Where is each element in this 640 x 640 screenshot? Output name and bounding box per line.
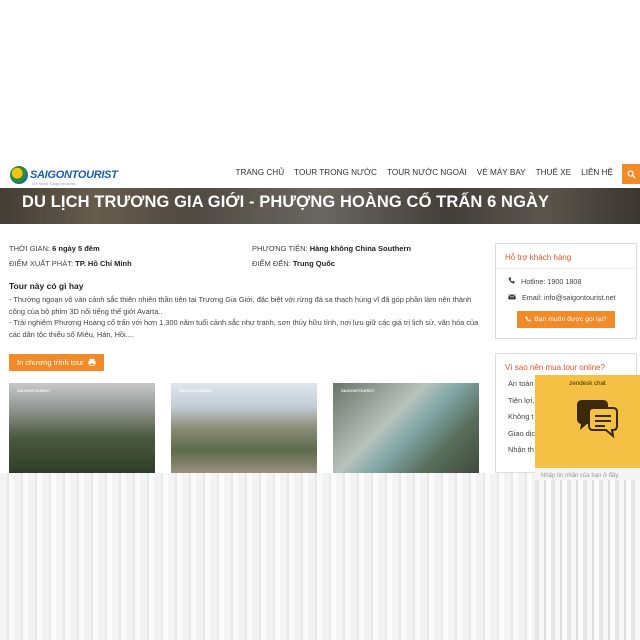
tour-title: DU LỊCH TRƯƠNG GIA GIỚI - PHƯỢNG HOÀNG C…: [22, 193, 550, 211]
photo-watermark: SAIGONTOURIST: [179, 388, 213, 393]
info-transport: PHƯƠNG TIỆN: Hàng không China Southern: [252, 244, 411, 253]
page: { "header": { "logo_text": "SAIGONTOURIS…: [0, 0, 640, 640]
envelope-icon: [508, 293, 516, 302]
photo-watermark: SAIGONTOURIST: [341, 388, 375, 393]
photo-watermark: SAIGONTOURIST: [17, 388, 51, 393]
nav-item-air-tickets[interactable]: VÉ MÁY BAY: [472, 168, 531, 177]
callback-phone-icon: [525, 315, 531, 324]
hero-banner: DU LỊCH TRƯƠNG GIA GIỚI - PHƯỢNG HOÀNG C…: [0, 188, 640, 224]
highlight-line-2: - Trải nghiệm Phượng Hoàng cổ trấn với h…: [9, 318, 479, 339]
nav-item-home[interactable]: TRANG CHỦ: [230, 168, 289, 177]
site-header: SAIGONTOURIST Lữ hành Saigontourist TRAN…: [0, 160, 640, 188]
nav-item-international-tours[interactable]: TOUR NƯỚC NGOÀI: [382, 168, 472, 177]
info-destination: ĐIỂM ĐẾN: Trung Quốc: [252, 259, 335, 268]
print-button-label: In chương trình tour: [17, 358, 84, 367]
logo-mark-icon: [10, 166, 28, 184]
time-label: THỜI GIAN:: [9, 244, 51, 253]
search-button[interactable]: [622, 164, 640, 184]
nav-item-car-rental[interactable]: THUÊ XE: [531, 168, 577, 177]
nav-item-domestic-tours[interactable]: TOUR TRONG NƯỚC: [289, 168, 382, 177]
logo-text: SAIGONTOURIST: [30, 169, 118, 181]
hotline-text[interactable]: Hotline: 1900 1808: [521, 277, 581, 286]
logo[interactable]: SAIGONTOURIST Lữ hành Saigontourist: [10, 166, 118, 186]
info-time: THỜI GIAN: 6 ngày 5 đêm: [9, 244, 100, 253]
time-value: 6 ngày 5 đêm: [52, 244, 100, 253]
email-text[interactable]: Email: info@saigontourist.net: [522, 293, 616, 302]
info-departure: ĐIỂM XUẤT PHÁT: TP. Hồ Chí Minh: [9, 259, 132, 268]
support-box: Hỗ trợ khách hàng Hotline: 1900 1808 Ema…: [495, 243, 637, 339]
email-row: Email: info@saigontourist.net: [496, 289, 636, 305]
departure-label: ĐIỂM XUẤT PHÁT:: [9, 259, 74, 268]
hotline-row: Hotline: 1900 1808: [496, 273, 636, 289]
highlight-line-1: - Thưởng ngoạn vô vàn cảnh sắc thiên nhi…: [9, 295, 472, 316]
logo-subtitle: Lữ hành Saigontourist: [32, 181, 76, 186]
highlights-text: - Thưởng ngoạn vô vàn cảnh sắc thiên nhi…: [9, 294, 479, 340]
destination-value: Trung Quốc: [292, 259, 335, 268]
chat-artifact-strip: [535, 480, 640, 640]
image-artifact-band: [0, 473, 535, 640]
destination-label: ĐIỂM ĐẾN:: [252, 259, 291, 268]
support-title: Hỗ trợ khách hàng: [496, 244, 636, 269]
transport-value: Hàng không China Southern: [309, 244, 411, 253]
search-icon: [626, 169, 636, 179]
callback-label: Bạn muốn được gọi lại?: [534, 316, 607, 323]
phone-icon: [508, 277, 515, 286]
print-icon: [88, 358, 96, 368]
main-nav: TRANG CHỦ TOUR TRONG NƯỚC TOUR NƯỚC NGOÀ…: [230, 168, 618, 177]
print-tour-button[interactable]: In chương trình tour: [9, 354, 104, 371]
nav-item-contact[interactable]: LIÊN HỆ: [576, 168, 618, 177]
callback-button[interactable]: Bạn muốn được gọi lại?: [517, 311, 615, 328]
highlights-title: Tour này có gì hay: [9, 281, 84, 291]
transport-label: PHƯƠNG TIỆN:: [252, 244, 308, 253]
departure-value: TP. Hồ Chí Minh: [75, 259, 132, 268]
chat-header[interactable]: zendesk chat: [535, 375, 640, 468]
zendesk-chat-widget[interactable]: zendesk chat Nhập tin nhắn của bạn ở đây: [535, 375, 640, 640]
chat-label: zendesk chat: [569, 380, 606, 387]
chat-bubbles-icon: [573, 397, 621, 446]
why-online-title: Vì sao nên mua tour online?: [505, 363, 606, 372]
